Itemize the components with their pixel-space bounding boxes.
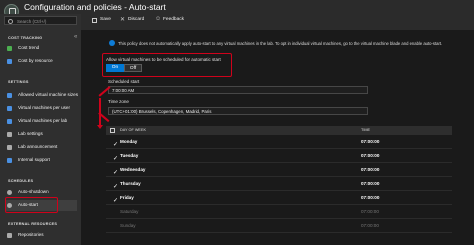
sidebar-item-label: Auto-shutdown [18, 189, 49, 194]
day-column-header: DAY OF WEEK [120, 128, 147, 132]
discard-button[interactable]: Discard [128, 17, 144, 22]
toggle-off-label: Off [129, 65, 137, 71]
day-checkbox[interactable]: ✓ [110, 181, 118, 190]
day-name: Monday [120, 139, 138, 144]
search-placeholder: Search (Ctrl+/) [17, 18, 47, 24]
timezone-label: Time zone [108, 99, 129, 104]
allow-label: Allow virtual machines to be scheduled f… [106, 57, 221, 62]
section-external-resources: EXTERNAL RESOURCES [8, 222, 58, 226]
sidebar-item-repositories[interactable]: Repositories [5, 230, 77, 241]
day-checkbox[interactable] [110, 223, 115, 228]
info-icon [109, 40, 115, 46]
table-row: Saturday 07:00:00 [106, 205, 452, 219]
toggle-on-button[interactable]: On [106, 64, 124, 72]
collapse-icon[interactable]: « [74, 34, 77, 40]
save-icon [92, 18, 97, 23]
day-name: Thursday [120, 181, 141, 186]
section-cost-tracking: COST TRACKING [8, 36, 43, 40]
sidebar-item-label: Virtual machines per user [18, 105, 71, 110]
announcement-icon [7, 145, 12, 150]
sidebar-item-cost-by-resource[interactable]: Cost by resource [5, 56, 77, 67]
window-title: Configuration and policies - Auto-start [24, 2, 166, 12]
auto-start-highlight [5, 197, 58, 213]
sidebar-item-label: Lab settings [18, 131, 43, 136]
annotation-arrowhead [97, 125, 103, 129]
sidebar-item-label: Virtual machines per lab [18, 118, 68, 123]
cost-resource-icon [7, 59, 12, 64]
vm-size-icon [7, 93, 12, 98]
support-icon [7, 158, 12, 163]
search-input[interactable]: Search (Ctrl+/) [4, 16, 77, 25]
info-text: This policy does not automatically apply… [118, 41, 443, 46]
day-time: 07:00:00 [361, 223, 379, 228]
vm-lab-icon [7, 119, 12, 124]
sidebar-item-label: Cost by resource [18, 58, 53, 63]
table-row: Sunday 07:00:00 [106, 219, 452, 233]
table-header: DAY OF WEEK TIME [106, 126, 452, 135]
sidebar-item-vms-per-user[interactable]: Virtual machines per user [5, 103, 77, 114]
day-checkbox[interactable] [110, 209, 115, 214]
feedback-icon: ☺ [155, 16, 162, 22]
day-name: Friday [120, 195, 134, 200]
day-name: Saturday [120, 209, 139, 214]
day-checkbox[interactable]: ✓ [110, 139, 118, 148]
sidebar-item-label: Allowed virtual machine sizes [18, 92, 78, 97]
day-time: 07:00:00 [361, 153, 380, 158]
sidebar-item-label: Internal support [18, 157, 50, 162]
scheduled-start-value: 7:00:00 AM [112, 88, 135, 93]
day-name: Sunday [120, 223, 136, 228]
timezone-select[interactable]: (UTC+01:00) Brussels, Copenhagen, Madrid… [108, 107, 368, 115]
day-checkbox[interactable]: ✓ [110, 153, 118, 162]
section-schedules: SCHEDULES [8, 179, 34, 183]
day-time: 07:00:00 [361, 139, 380, 144]
sidebar-item-lab-announcement[interactable]: Lab announcement [5, 142, 77, 153]
sidebar-item-lab-settings[interactable]: Lab settings [5, 129, 77, 140]
toolbar: Save ✕ Discard ☺ Feedback [86, 15, 474, 27]
lab-settings-icon [7, 132, 12, 137]
day-time: 07:00:00 [361, 195, 380, 200]
day-time: 07:00:00 [361, 209, 379, 214]
sidebar-item-allowed-vm-sizes[interactable]: Allowed virtual machine sizes [5, 90, 78, 101]
scheduled-start-label: Scheduled start [108, 79, 140, 84]
toggle-on-label: On [111, 64, 119, 70]
section-settings: SETTINGS [8, 80, 29, 84]
toggle-off-button[interactable]: Off [124, 64, 142, 72]
save-button[interactable]: Save [100, 17, 111, 22]
day-checkbox[interactable]: ✓ [110, 167, 118, 176]
repository-icon [7, 233, 12, 238]
day-name: Wednesday [120, 167, 146, 172]
day-name: Tuesday [120, 153, 139, 158]
sidebar-item-label: Lab announcement [18, 144, 58, 149]
table-row: ✓ Friday 07:00:00 [106, 191, 452, 205]
feedback-button[interactable]: Feedback [163, 17, 184, 22]
table-row: ✓ Monday 07:00:00 [106, 135, 452, 149]
clock-icon [7, 190, 12, 195]
vm-user-icon [7, 106, 12, 111]
time-column-header: TIME [361, 128, 371, 132]
cost-trend-icon [7, 46, 12, 51]
select-all-checkbox[interactable] [110, 128, 115, 133]
sidebar-item-cost-trend[interactable]: Cost trend [5, 43, 77, 54]
sidebar-item-label: Cost trend [18, 45, 40, 50]
sidebar-item-internal-support[interactable]: Internal support [5, 155, 77, 166]
scheduled-start-input[interactable]: 7:00:00 AM [108, 86, 368, 94]
search-icon [8, 18, 13, 24]
discard-icon: ✕ [120, 17, 126, 23]
timezone-value: (UTC+01:00) Brussels, Copenhagen, Madrid… [112, 109, 212, 114]
day-time: 07:00:00 [361, 167, 380, 172]
schedule-table: DAY OF WEEK TIME ✓ Monday 07:00:00 ✓ Tue… [106, 126, 452, 245]
table-row: ✓ Wednesday 07:00:00 [106, 163, 452, 177]
sidebar-item-vms-per-lab[interactable]: Virtual machines per lab [5, 116, 77, 127]
day-checkbox[interactable]: ✓ [110, 195, 118, 204]
table-row: ✓ Thursday 07:00:00 [106, 177, 452, 191]
day-time: 07:00:00 [361, 181, 380, 186]
sidebar-item-label: Repositories [18, 232, 44, 237]
table-row: ✓ Tuesday 07:00:00 [106, 149, 452, 163]
